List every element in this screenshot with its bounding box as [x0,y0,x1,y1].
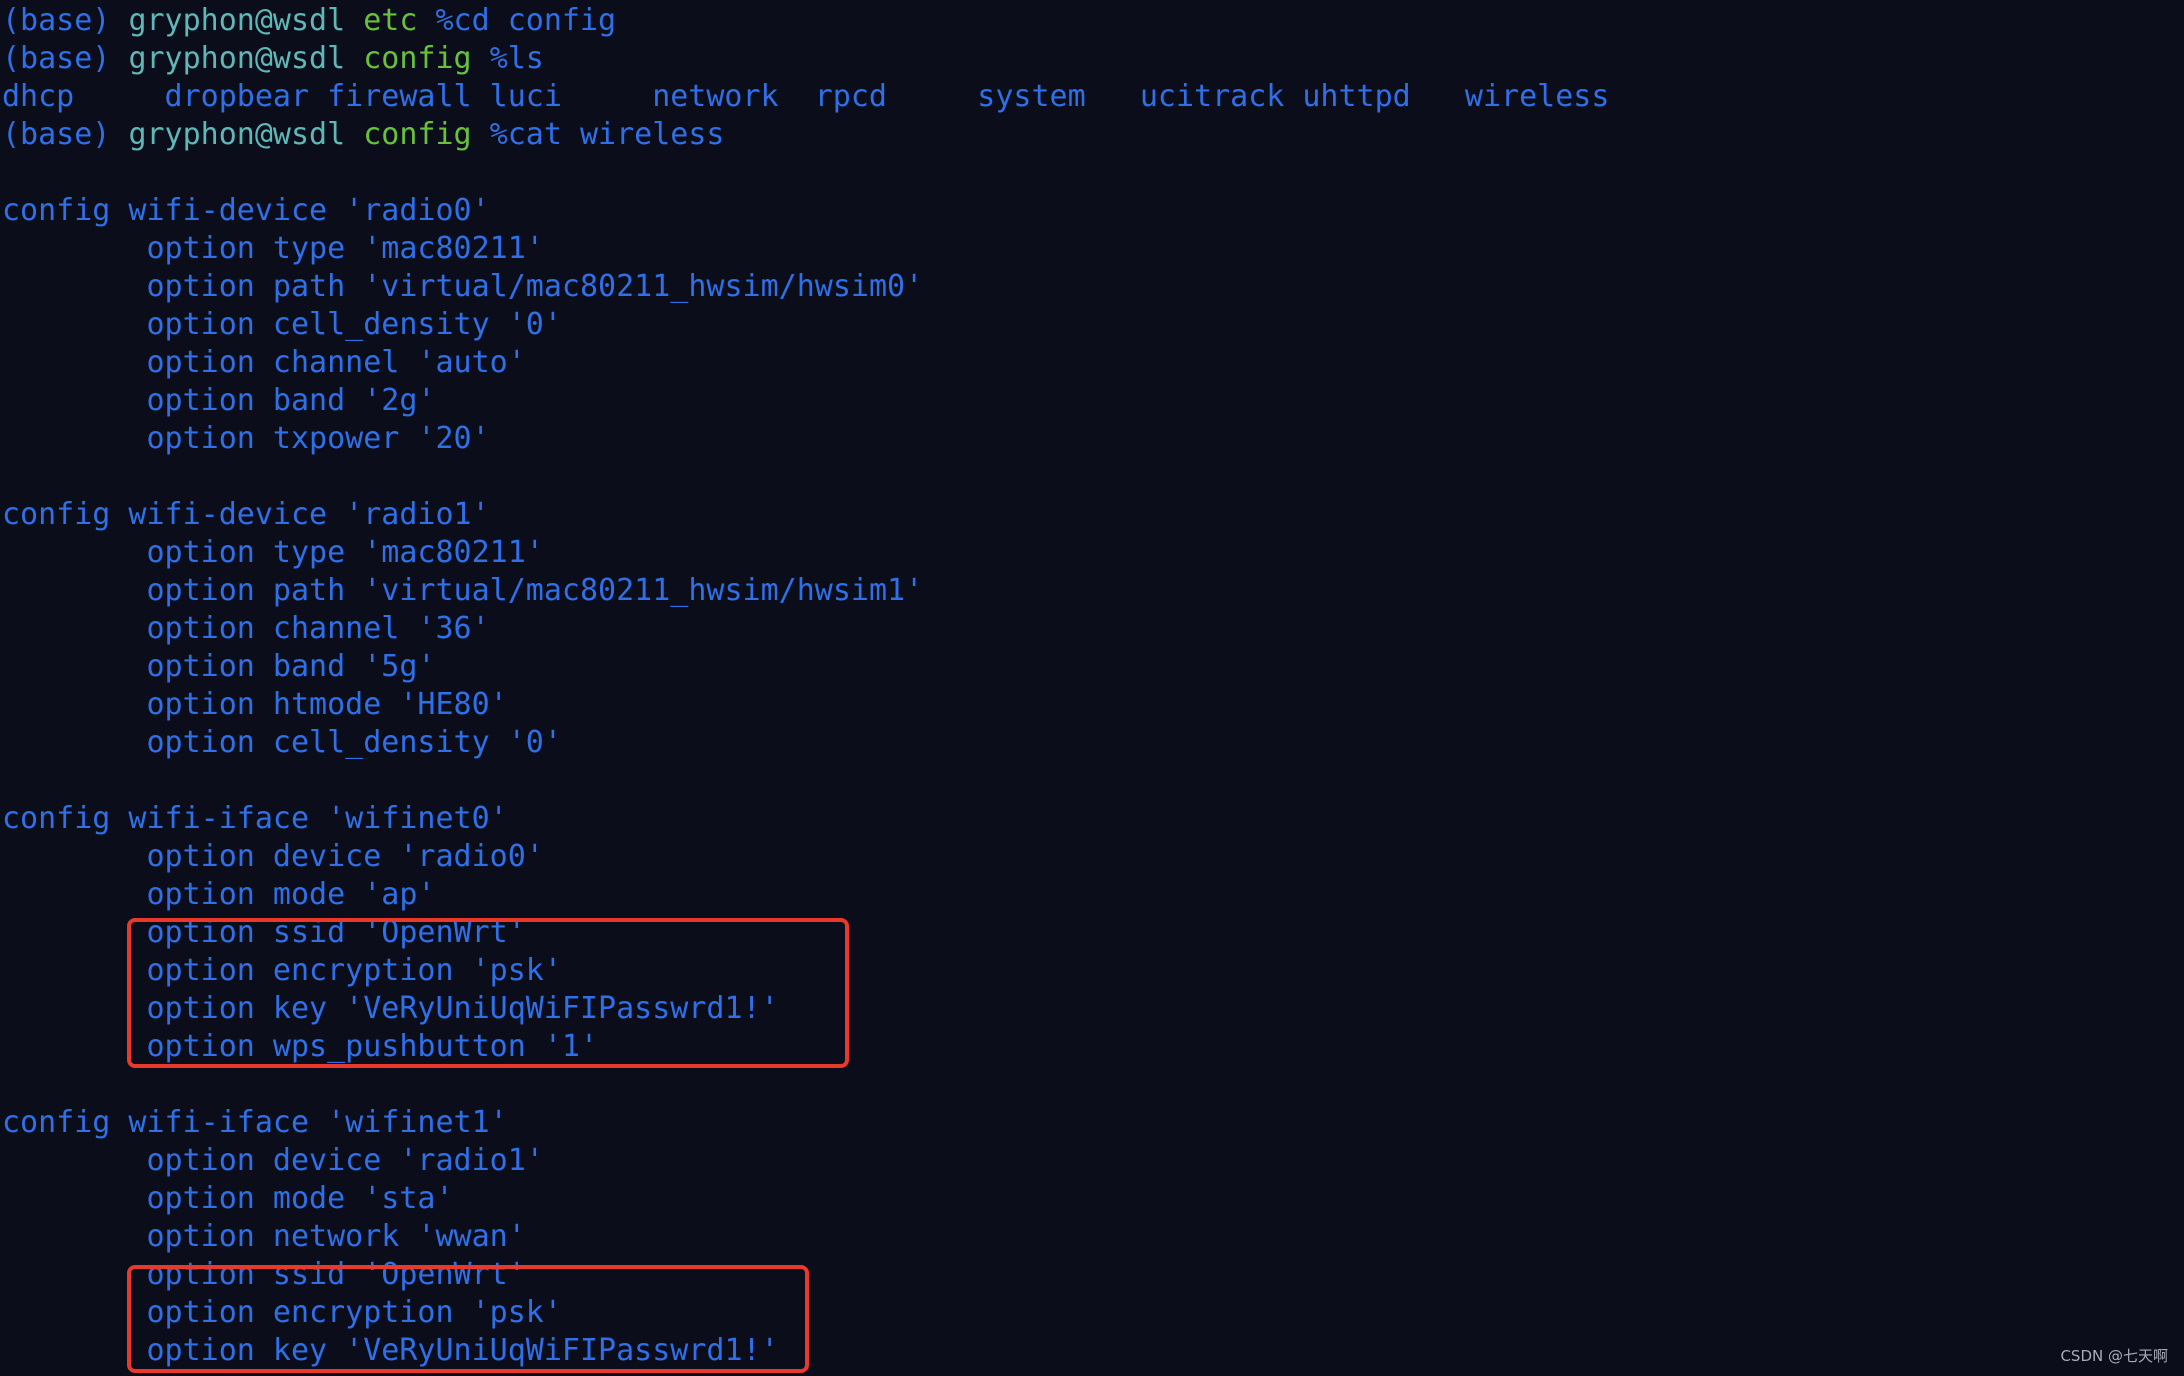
file-line: option mode 'ap' [2,876,2184,914]
file-line-text: option htmode 'HE80' [146,687,508,722]
prompt-line: (base) gryphon@wsdl etc %cd config [2,2,2184,40]
file-line: option cell_density '0' [2,306,2184,344]
file-line: option channel '36' [2,610,2184,648]
prompt-user: gryphon@wsdl [128,117,346,152]
ls-entry: uhttpd [1302,79,1411,114]
file-line-text: option path 'virtual/mac80211_hwsim/hwsi… [146,269,924,304]
file-line-text: option path 'virtual/mac80211_hwsim/hwsi… [146,573,924,608]
highlight-box-wifinet0 [127,918,849,1068]
prompt-env: (base) [2,41,111,76]
file-line-text: option type 'mac80211' [146,231,544,266]
file-line: option band '5g' [2,648,2184,686]
file-line-text: option network 'wwan' [146,1219,526,1254]
file-line-text: config wifi-iface 'wifinet0' [2,801,508,836]
file-line: option path 'virtual/mac80211_hwsim/hwsi… [2,268,2184,306]
file-line-text: config wifi-device 'radio0' [2,193,490,228]
prompt-line: (base) gryphon@wsdl config %cat wireless [2,116,2184,154]
file-line: option type 'mac80211' [2,534,2184,572]
file-line-text: option txpower '20' [146,421,490,456]
file-line: config wifi-iface 'wifinet0' [2,800,2184,838]
file-line-text: option channel '36' [146,611,490,646]
file-line: option mode 'sta' [2,1180,2184,1218]
file-line: option device 'radio1' [2,1142,2184,1180]
file-line-text: option mode 'sta' [146,1181,454,1216]
highlight-box-wifinet1 [127,1265,809,1373]
prompt-user: gryphon@wsdl [128,41,346,76]
file-line [2,1066,2184,1104]
prompt-cmd: %ls [489,41,544,76]
file-line: config wifi-device 'radio1' [2,496,2184,534]
file-line-text: option device 'radio1' [146,1143,544,1178]
file-line: option channel 'auto' [2,344,2184,382]
file-line [2,458,2184,496]
terminal-output[interactable]: (base) gryphon@wsdl etc %cd config (base)… [2,2,2184,1370]
file-line-text: option cell_density '0' [146,725,562,760]
ls-entry: network [652,79,779,114]
file-line: option cell_density '0' [2,724,2184,762]
prompt-env: (base) [2,3,111,38]
ls-entry: wireless [1464,79,1610,114]
file-line: option type 'mac80211' [2,230,2184,268]
file-line: config wifi-device 'radio0' [2,192,2184,230]
file-line-text: config wifi-iface 'wifinet1' [2,1105,508,1140]
file-line-text: option cell_density '0' [146,307,562,342]
ls-entry: dhcp [2,79,75,114]
prompt-cmd: %cat wireless [489,117,725,152]
file-line: config wifi-iface 'wifinet1' [2,1104,2184,1142]
ls-entry: luci [489,79,562,114]
file-line: option network 'wwan' [2,1218,2184,1256]
ls-entry: rpcd [814,79,887,114]
file-line: option htmode 'HE80' [2,686,2184,724]
prompt-line: (base) gryphon@wsdl config %ls [2,40,2184,78]
prompt-user: gryphon@wsdl [128,3,346,38]
prompt-dir: config [363,41,472,76]
ls-entry: dropbear [164,79,310,114]
file-line-text: option band '5g' [146,649,436,684]
file-line: option txpower '20' [2,420,2184,458]
prompt-env: (base) [2,117,111,152]
prompt-dir: config [363,117,472,152]
file-line-text: option mode 'ap' [146,877,436,912]
watermark: CSDN @七天啊 [2060,1347,2168,1365]
ls-entry: firewall [327,79,472,114]
file-line: option device 'radio0' [2,838,2184,876]
file-line: option band '2g' [2,382,2184,420]
ls-output: dhcp dropbear firewall luci network rpcd syste… [2,78,2184,116]
file-line-text: option device 'radio0' [146,839,544,874]
file-line [2,154,2184,192]
file-line-text: option band '2g' [146,383,436,418]
file-line-text: config wifi-device 'radio1' [2,497,490,532]
file-line-text: option channel 'auto' [146,345,526,380]
file-line: option path 'virtual/mac80211_hwsim/hwsi… [2,572,2184,610]
ls-entry: ucitrack [1139,79,1285,114]
file-line [2,762,2184,800]
ls-entry: system [977,79,1086,114]
prompt-dir: etc [363,3,418,38]
prompt-cmd: %cd config [435,3,617,38]
file-line-text: option type 'mac80211' [146,535,544,570]
